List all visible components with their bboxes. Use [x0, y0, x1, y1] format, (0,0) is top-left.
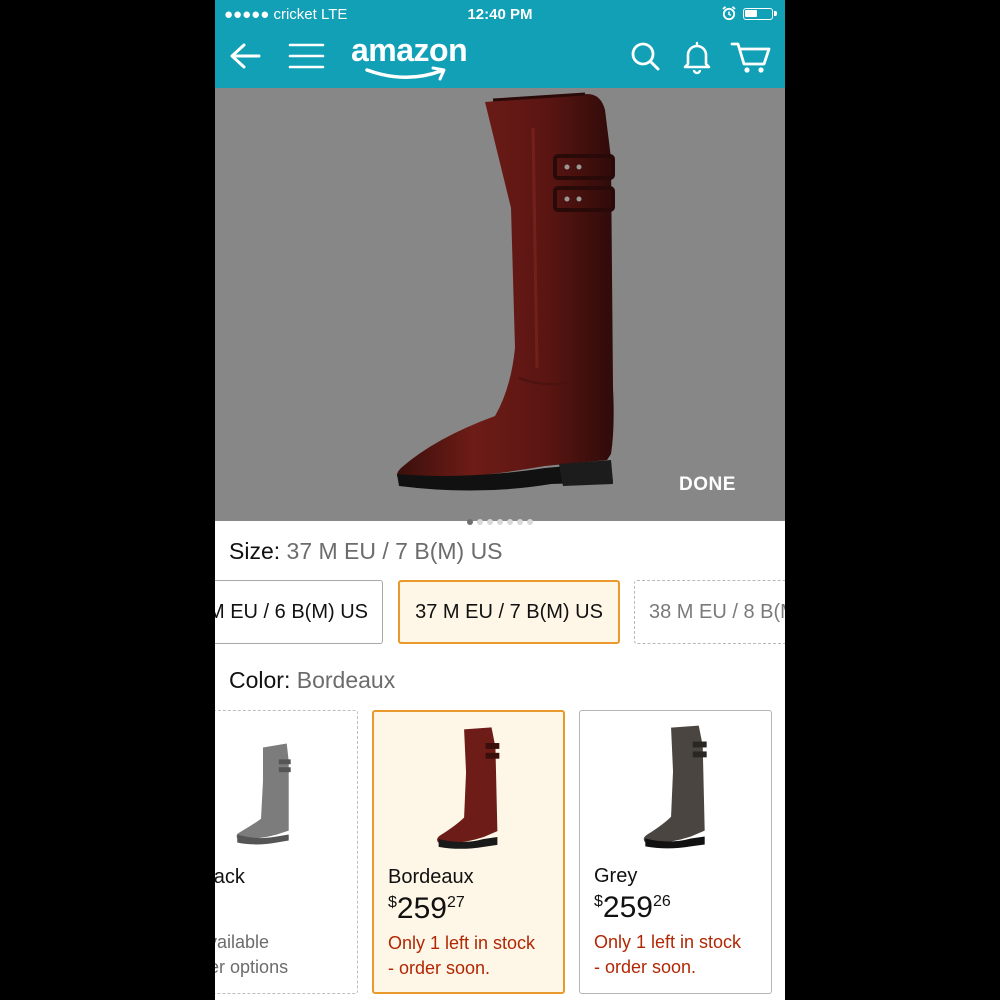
- clock: 12:40 PM: [467, 6, 533, 23]
- back-arrow-icon[interactable]: [227, 36, 267, 76]
- product-image-viewer[interactable]: [215, 88, 785, 521]
- color-name: Grey: [594, 865, 638, 887]
- size-option-label: 37 M EU / 7 B(M) US: [415, 600, 603, 623]
- cart-icon[interactable]: [729, 36, 771, 76]
- size-option-label: 36 M EU / 6 B(M) US: [215, 600, 368, 623]
- color-name: Bordeaux: [388, 866, 474, 888]
- price-currency: $: [594, 893, 603, 910]
- status-bar: ●●●●● cricket LTE 12:40 PM: [215, 0, 785, 30]
- availability-line-1: Not available: [215, 932, 270, 952]
- price-whole: 259: [396, 892, 447, 925]
- stock-line-1: Only 1 left in stock: [388, 933, 536, 953]
- pager-dot[interactable]: [477, 519, 483, 525]
- nav-bar: amazon: [215, 30, 785, 88]
- phone-screen: ●●●●● cricket LTE 12:40 PM amazon DONE S…: [215, 0, 785, 1000]
- size-selected-value: 37 M EU / 7 B(M) US: [286, 538, 503, 564]
- smile-arrow-icon: [365, 66, 446, 81]
- boot-thumbnail-grey: [643, 725, 707, 849]
- availability-line-2: in other options: [215, 957, 289, 977]
- size-option-label: 38 M EU / 8 B(M) US: [649, 600, 785, 623]
- color-option-black[interactable]: Black Not available in other options: [215, 710, 358, 994]
- boot-thumbnail-bordeaux: [437, 727, 500, 849]
- price: $25927: [388, 892, 465, 926]
- stock-line-2: - order soon.: [594, 957, 697, 977]
- size-option-37[interactable]: 37 M EU / 7 B(M) US: [398, 580, 620, 644]
- pager-dot[interactable]: [507, 519, 513, 525]
- pager-dot[interactable]: [527, 519, 533, 525]
- image-pager-dots[interactable]: [215, 512, 785, 525]
- pager-dot[interactable]: [467, 519, 473, 525]
- stock-line-1: Only 1 left in stock: [594, 932, 742, 952]
- pager-dot[interactable]: [497, 519, 503, 525]
- color-label: Color:: [229, 667, 291, 693]
- size-option-36[interactable]: 36 M EU / 6 B(M) US: [215, 580, 383, 644]
- pager-dot[interactable]: [487, 519, 493, 525]
- color-option-grey[interactable]: Grey $25926 Only 1 left in stock - order…: [579, 710, 772, 994]
- size-label-row: Size: 37 M EU / 7 B(M) US: [229, 538, 503, 565]
- hamburger-menu-icon[interactable]: [287, 36, 327, 76]
- stock-warning: Only 1 left in stock - order soon.: [594, 930, 771, 980]
- price: $25926: [594, 891, 671, 925]
- price-fraction: 26: [652, 893, 671, 910]
- price-currency: $: [388, 894, 397, 911]
- search-icon[interactable]: [625, 36, 665, 76]
- color-label-row: Color: Bordeaux: [229, 667, 395, 694]
- done-button[interactable]: DONE: [679, 474, 736, 496]
- logo-text: amazon: [351, 32, 468, 68]
- price-whole: 259: [602, 891, 653, 924]
- bell-icon[interactable]: [677, 36, 717, 76]
- boot-thumbnail-black: [236, 743, 291, 845]
- availability-text: Not available in other options: [215, 930, 288, 980]
- color-name: Black: [215, 866, 245, 888]
- alarm-clock-icon: [721, 5, 737, 24]
- price-fraction: 27: [446, 894, 465, 911]
- battery-icon: [743, 8, 777, 20]
- boot-image: [397, 92, 615, 491]
- size-option-38[interactable]: 38 M EU / 8 B(M) US: [634, 580, 785, 644]
- stock-warning: Only 1 left in stock - order soon.: [388, 931, 563, 981]
- app-header: ●●●●● cricket LTE 12:40 PM amazon: [215, 0, 785, 88]
- color-option-bordeaux[interactable]: Bordeaux $25927 Only 1 left in stock - o…: [372, 710, 565, 994]
- amazon-logo[interactable]: amazon: [351, 32, 468, 81]
- size-label: Size:: [229, 538, 281, 564]
- pager-dot[interactable]: [517, 519, 523, 525]
- color-selected-value: Bordeaux: [296, 667, 396, 693]
- stock-line-2: - order soon.: [388, 958, 491, 978]
